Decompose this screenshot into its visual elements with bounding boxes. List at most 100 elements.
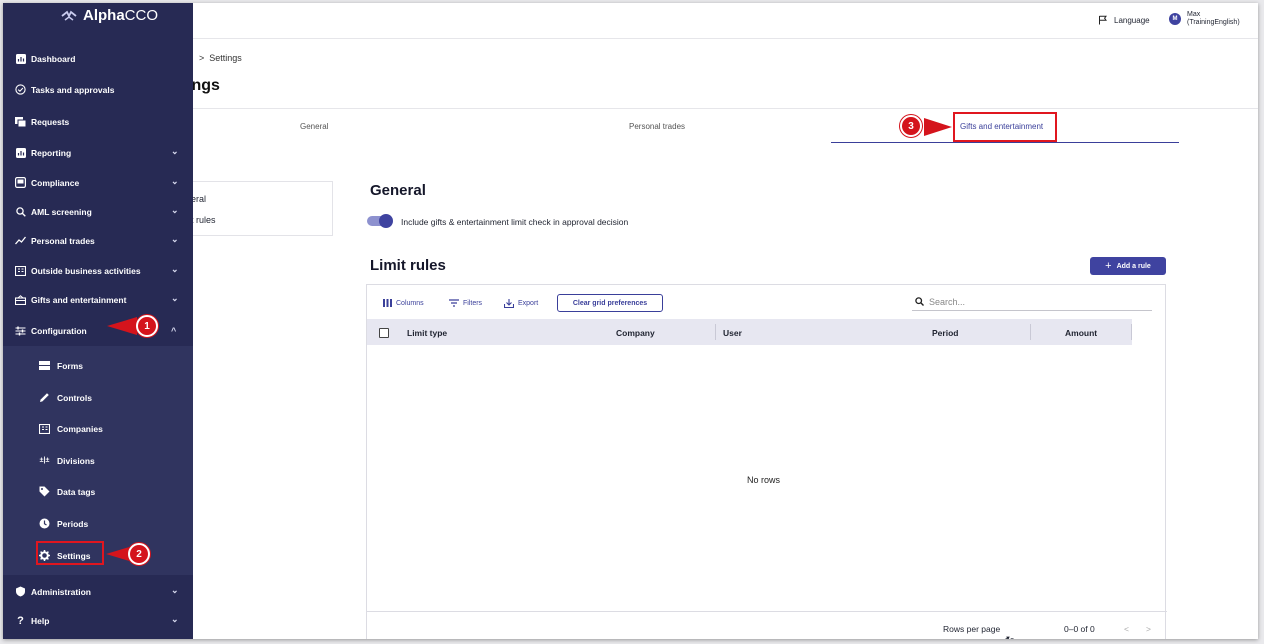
columns-button[interactable]: Columns	[383, 299, 424, 307]
step-1-callout: 1	[136, 315, 158, 337]
tag-icon	[39, 486, 50, 497]
chevron-up-icon[interactable]: ^	[171, 326, 176, 336]
sidebar-item-gifts-and-entertainment[interactable]: Gifts and entertainment ⌄	[3, 285, 193, 313]
logo-text: AlphaCCO	[83, 7, 159, 24]
sidebar-item-companies[interactable]: Companies	[3, 414, 193, 442]
limit-check-label: Include gifts & entertainment limit chec…	[401, 217, 629, 227]
sidebar-item-dashboard[interactable]: Dashboard	[3, 44, 193, 72]
chevron-down-icon[interactable]: ⌄	[171, 585, 179, 596]
gifts-tab-highlight-box	[953, 112, 1057, 142]
grid-footer: Rows per page 50 ▼ 0–0 of 0 < >	[367, 611, 1167, 639]
callout-arrow	[924, 118, 952, 136]
sidebar-item-aml-screening[interactable]: AML screening ⌄	[3, 197, 193, 225]
settings-subnav: eral t rules	[187, 181, 333, 236]
sidebar-item-administration[interactable]: Administration ⌄	[3, 577, 193, 605]
sidebar-item-configuration[interactable]: Configuration ^	[3, 316, 193, 344]
add-rule-label: Add a rule	[1116, 262, 1151, 270]
sidebar-label: Dashboard	[31, 54, 76, 64]
add-rule-button[interactable]: + Add a rule	[1090, 257, 1166, 275]
col-limit-type[interactable]: Limit type	[407, 328, 447, 338]
export-icon	[504, 299, 514, 308]
subnav-item-limit-rules[interactable]: t rules	[191, 215, 216, 225]
sidebar-label: Personal trades	[31, 236, 95, 246]
filters-label: Filters	[463, 299, 483, 307]
sidebar-label: Controls	[57, 393, 92, 403]
compliance-icon	[15, 177, 26, 188]
sidebar-item-tasks-and-approvals[interactable]: Tasks and approvals	[3, 75, 193, 103]
col-period[interactable]: Period	[932, 328, 958, 338]
building-icon	[15, 265, 26, 276]
sidebar-label: Configuration	[31, 326, 87, 336]
sidebar-label: Divisions	[57, 456, 95, 466]
chevron-down-icon[interactable]: ⌄	[171, 614, 179, 625]
plus-icon: +	[1105, 260, 1112, 272]
sidebar-item-divisions[interactable]: ±|± Divisions	[3, 446, 193, 474]
sidebar-item-personal-trades[interactable]: Personal trades ⌄	[3, 226, 193, 254]
sidebar-item-help[interactable]: ? Help ⌄	[3, 606, 193, 634]
sidebar-item-data-tags[interactable]: Data tags	[3, 477, 193, 505]
sidebar-item-periods[interactable]: Periods	[3, 509, 193, 537]
search-icon	[915, 297, 924, 306]
limit-rules-heading: Limit rules	[370, 257, 446, 274]
prev-page-icon[interactable]: <	[1124, 624, 1129, 634]
sidebar-item-forms[interactable]: Forms	[3, 351, 193, 379]
column-separator[interactable]	[1131, 324, 1132, 340]
next-page-icon[interactable]: >	[1146, 624, 1151, 634]
chevron-down-icon[interactable]: ⌄	[171, 205, 179, 216]
app-window: Language M Max (TrainingEnglish) > Setti…	[3, 3, 1258, 639]
export-button[interactable]: Export	[504, 299, 538, 308]
callout-arrow	[107, 317, 137, 335]
reporting-icon	[15, 147, 26, 158]
sidebar-label: Administration	[31, 587, 91, 597]
requests-icon	[15, 116, 26, 127]
sidebar-item-requests[interactable]: Requests	[3, 107, 193, 135]
user-menu[interactable]: M Max (TrainingEnglish)	[1169, 11, 1240, 27]
admin-icon	[15, 586, 26, 597]
sidebar-label: AML screening	[31, 207, 92, 217]
chevron-down-icon[interactable]: ⌄	[171, 264, 179, 275]
language-selector[interactable]: Language	[1098, 15, 1150, 25]
col-user[interactable]: User	[723, 328, 742, 338]
search-icon	[15, 206, 26, 217]
limit-check-toggle[interactable]	[367, 214, 393, 228]
chevron-down-icon[interactable]: ⌄	[171, 176, 179, 187]
language-label: Language	[1114, 15, 1150, 25]
logo-icon	[61, 10, 77, 21]
limit-rules-grid: Columns Filters Export Clear grid prefer…	[366, 284, 1167, 639]
filters-button[interactable]: Filters	[449, 299, 482, 307]
step-3-callout: 3	[900, 115, 922, 137]
sidebar-item-compliance[interactable]: Compliance ⌄	[3, 168, 193, 196]
column-separator[interactable]	[715, 324, 716, 340]
grid-header: Limit type Company User Period Amount	[367, 319, 1132, 345]
search-placeholder: Search...	[929, 296, 966, 307]
grid-search[interactable]: Search...	[912, 293, 1152, 311]
sidebar-label: Reporting	[31, 148, 72, 158]
forms-icon	[39, 360, 50, 371]
avatar: M	[1169, 13, 1181, 25]
chevron-down-icon[interactable]: ⌄	[171, 146, 179, 157]
columns-icon	[383, 299, 392, 307]
sidebar-item-reporting[interactable]: Reporting ⌄	[3, 138, 193, 166]
step-2-callout: 2	[128, 543, 150, 565]
sidebar-label: Forms	[57, 361, 83, 371]
sidebar-item-outside-business-activities[interactable]: Outside business activities ⌄	[3, 256, 193, 284]
tab-general[interactable]: General	[300, 122, 328, 131]
companies-icon	[39, 423, 50, 434]
user-detail: (TrainingEnglish)	[1187, 19, 1240, 26]
column-separator[interactable]	[1030, 324, 1031, 340]
select-all-checkbox[interactable]	[379, 328, 389, 338]
user-info: Max (TrainingEnglish)	[1187, 11, 1240, 27]
sidebar-item-controls[interactable]: Controls	[3, 383, 193, 411]
pencil-icon	[39, 392, 50, 403]
clear-grid-preferences-button[interactable]: Clear grid preferences	[557, 294, 663, 312]
sidebar-label: Compliance	[31, 178, 80, 188]
chevron-down-icon[interactable]: ⌄	[171, 234, 179, 245]
subnav-item-general[interactable]: eral	[191, 194, 206, 204]
toggle-knob	[379, 214, 393, 228]
col-amount[interactable]: Amount	[1065, 328, 1097, 338]
tab-personal-trades[interactable]: Personal trades	[629, 122, 685, 131]
active-tab-indicator	[831, 142, 1179, 143]
dashboard-icon	[15, 53, 26, 64]
chevron-down-icon[interactable]: ⌄	[171, 293, 179, 304]
col-company[interactable]: Company	[616, 328, 655, 338]
